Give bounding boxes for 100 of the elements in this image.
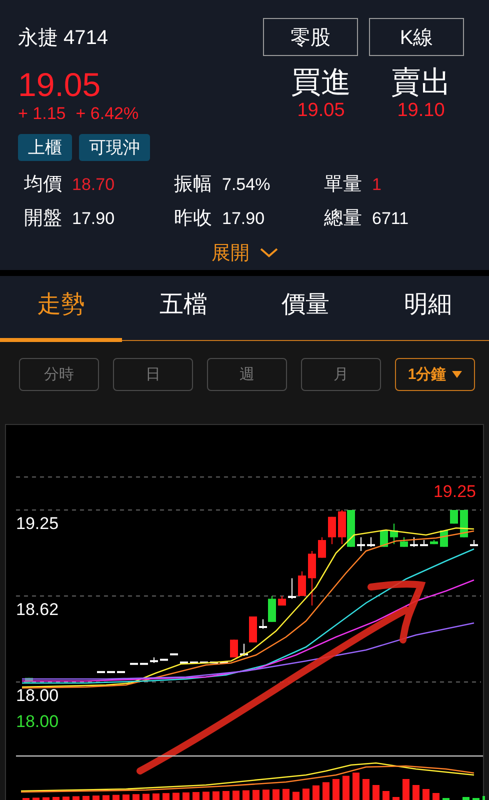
price-axis-label: 18.62 [16,600,59,619]
volume-bar [292,792,300,800]
volume-bar [262,790,270,800]
volume-bar [202,792,210,800]
volume-bar [252,790,260,800]
period-button[interactable]: 日 [113,358,193,391]
volume-bar [272,789,280,800]
volume-bar [422,789,430,800]
volume-bar [232,790,240,800]
header-button[interactable]: 零股 [263,18,358,56]
tab[interactable]: 五檔 [122,276,244,342]
stat-label: 開盤 [24,207,62,231]
volume-bar [392,797,400,800]
interval-dropdown[interactable]: 1分鐘 [395,358,475,391]
volume-bar [282,788,290,800]
volume-bar [382,791,390,800]
price-axis-label: 18.00 [16,686,59,705]
volume-bar [132,794,140,800]
stat-value: 1 [372,175,382,195]
volume-bar [352,772,360,800]
low-price-label: 18.00 [16,712,59,731]
stat-value: 7.54% [222,175,270,195]
stat-label: 均價 [24,173,62,197]
volume-bar [412,785,420,800]
volume-bar [372,785,380,800]
candlestick [400,536,408,548]
price-change: + 1.15 [18,104,66,124]
volume-bar [162,793,170,800]
stat-label: 昨收 [174,207,212,231]
volume-bar [432,793,440,800]
quote-value: 19.05 [297,100,345,122]
candlestick [278,596,286,606]
candlestick [390,523,398,545]
tab[interactable]: 價量 [244,276,367,342]
period-button[interactable]: 週 [207,358,287,391]
volume-bar [172,792,180,800]
stat-value: 17.90 [222,209,265,229]
volume-bar [192,792,200,800]
volume-bar [92,796,100,800]
candlestick [460,510,468,538]
volume-bar [242,790,250,800]
candlestick [318,536,326,558]
stat-label: 振幅 [174,173,212,197]
stat-label: 單量 [324,173,362,197]
stat-value: 17.90 [72,209,115,229]
volume-bar [82,796,90,800]
volume-bar [182,792,190,800]
volume-bar [102,795,110,800]
market-tag: 可現沖 [79,134,150,161]
candlestick [367,536,375,548]
volume-bar [342,776,350,800]
candlestick [470,540,478,546]
candlestick [25,677,33,684]
candlestick [430,540,438,545]
volume-bar [112,794,120,800]
volume-bar [402,779,410,800]
volume-bar [72,796,80,800]
quote-value: 19.10 [397,100,445,122]
expand-button[interactable]: 展開 [212,240,278,266]
candlestick [328,516,336,545]
candlestick [150,656,158,664]
period-button[interactable]: 分時 [19,358,99,391]
last-price: 19.05 [18,66,102,104]
candlestick [420,540,428,546]
volume-bar [212,791,220,800]
period-button[interactable]: 月 [301,358,381,391]
quote-label: 賣出 [391,66,451,100]
candlestick [450,510,458,524]
volume-bar [312,785,320,800]
volume-bar [222,791,230,800]
header-button[interactable]: K線 [369,18,464,56]
volume-bar [122,794,130,800]
stat-value: 18.70 [72,175,115,195]
market-tag: 上櫃 [18,134,72,161]
stock-title: 永捷 4714 [18,26,108,50]
candlestick [308,550,316,606]
candlestick [357,536,365,552]
percent-change: + 6.42% [76,104,139,124]
tab[interactable]: 明細 [366,276,489,342]
volume-bar [302,788,310,800]
candlestick [230,639,238,658]
volume-bar [462,797,470,800]
caret-icon [260,248,278,258]
high-price-label: 19.25 [433,482,476,501]
volume-bar [362,779,370,800]
volume-bar [62,796,70,800]
tab[interactable]: 走勢 [0,276,122,342]
stat-label: 總量 [324,207,362,231]
volume-bar [52,796,60,800]
candlestick [410,536,418,548]
price-axis-label: 19.25 [16,514,59,533]
dropdown-arrow-icon [452,371,462,378]
volume-bar [152,793,160,800]
volume-bar [332,779,340,800]
candlestick [298,570,306,596]
volume-bar [42,797,50,800]
candlestick [288,578,296,600]
stat-value: 6711 [372,209,409,229]
volume-bar [142,794,150,800]
volume-bar [322,782,330,800]
